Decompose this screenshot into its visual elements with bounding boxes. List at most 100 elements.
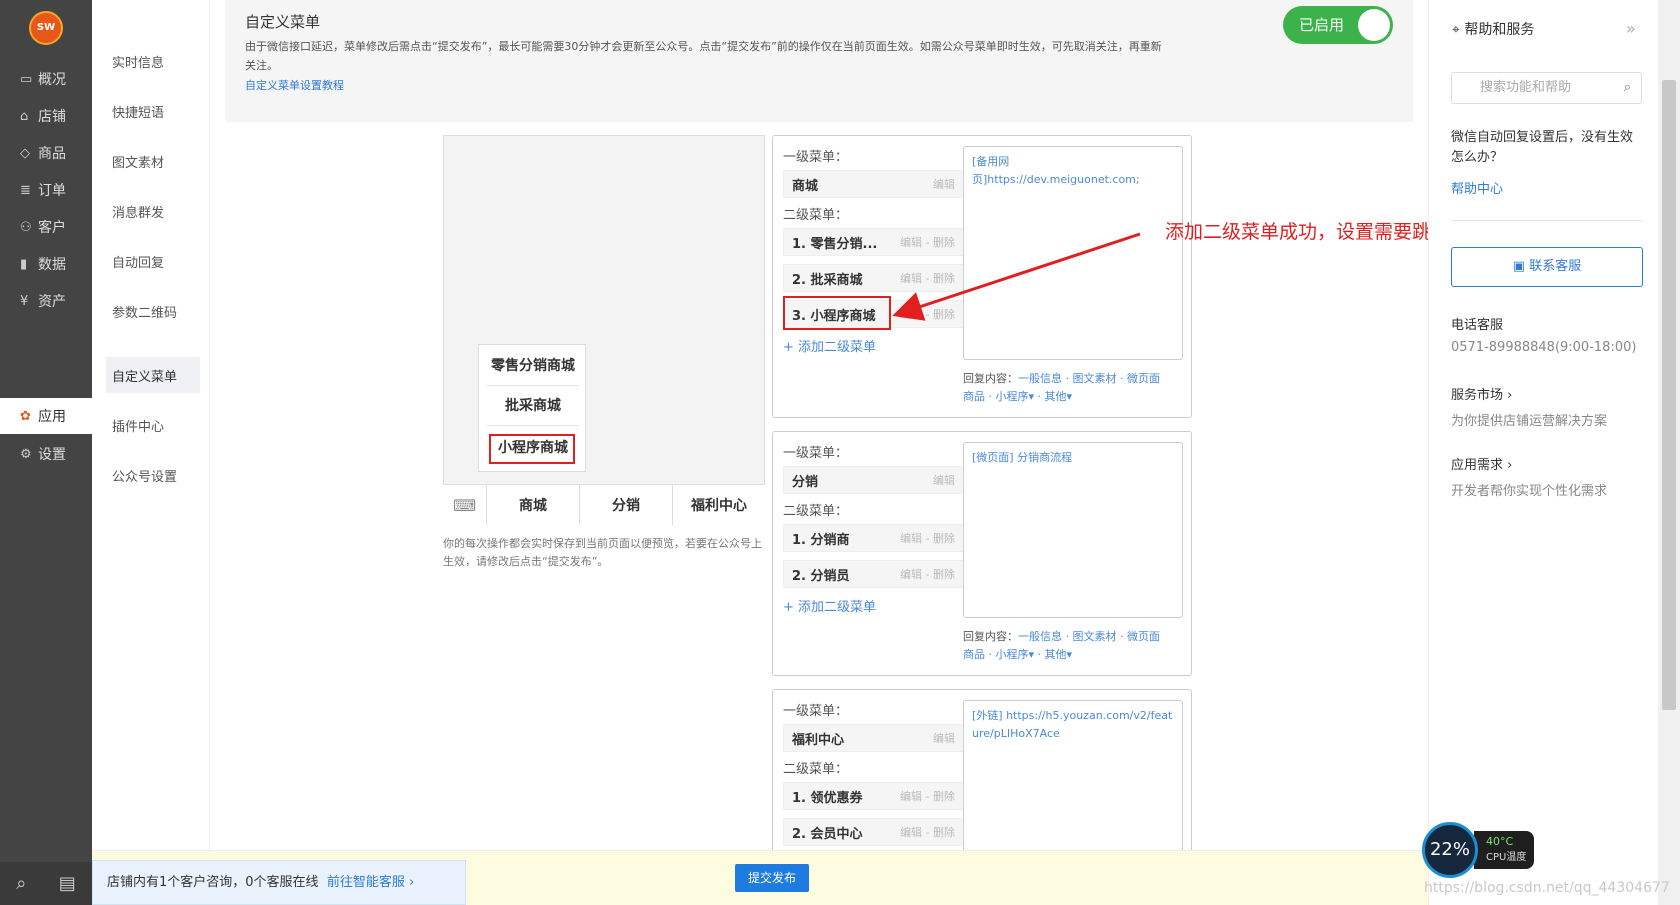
contact-service-button[interactable]: ▣ 联系客服 xyxy=(1451,247,1643,287)
menu-card: 一级菜单： 分销 编辑 二级菜单： 1. 分销商 编辑 - 删除 2. 分销员 编辑 … xyxy=(772,431,1192,676)
monitor-icon: ▭ xyxy=(20,71,33,87)
add-submenu-link[interactable]: + 添加二级菜单 xyxy=(783,596,876,615)
nav-settings[interactable]: ⚙ 设置 xyxy=(0,436,92,472)
edit-delete-links[interactable]: 编辑 - 删除 xyxy=(900,824,955,840)
edit-link[interactable]: 编辑 xyxy=(933,176,955,192)
store-icon: ⌂ xyxy=(20,108,29,124)
publish-button[interactable]: 提交发布 xyxy=(735,864,809,892)
level2-label: 二级菜单： xyxy=(783,504,849,519)
phone-menu-bar: ⌨ 商城 分销 福利中心 xyxy=(443,484,765,525)
help-panel-title: ⌖ 帮助和服务 xyxy=(1452,22,1535,38)
popup-item-retail[interactable]: 零售分销商城 xyxy=(487,355,579,386)
level2-label: 二级菜单： xyxy=(783,762,849,777)
subnav-qrcode[interactable]: 参数二维码 xyxy=(106,293,200,329)
toggle-knob xyxy=(1358,9,1390,41)
menu-card: 一级菜单： 福利中心 编辑 二级菜单： 1. 领优惠券 编辑 - 删除 2. 会员中… xyxy=(772,689,1192,853)
level2-menu-row[interactable]: 2. 会员中心 编辑 - 删除 xyxy=(783,818,964,846)
phone-service-title: 电话客服 xyxy=(1451,318,1504,333)
preview-note: 你的每次操作都会实时保存到当前页面以便预览，若要在公众号上生效，请修改后点击“提… xyxy=(443,537,762,568)
cpu-widget: 40°C CPU温度 22% xyxy=(1422,822,1542,878)
subnav-auto-reply[interactable]: 自动回复 xyxy=(106,243,200,279)
location-icon: ⌖ xyxy=(1452,22,1465,38)
chart-icon: ▮ xyxy=(20,256,28,272)
tag-icon: ◇ xyxy=(20,145,30,161)
nav-customers[interactable]: ⚇ 客户 xyxy=(0,209,92,245)
shop-logo[interactable]: SW xyxy=(29,11,63,45)
phone-tab-welfare[interactable]: 福利中心 xyxy=(673,485,765,525)
edit-delete-links[interactable]: 编辑 - 删除 xyxy=(900,788,955,804)
reply-content-box[interactable]: [微页面] 分销商流程 xyxy=(963,442,1183,618)
apps-icon: ✿ xyxy=(20,408,31,424)
nav-apps[interactable]: ✿ 应用 xyxy=(0,398,92,434)
sub-nav xyxy=(92,0,210,905)
level2-menu-row[interactable]: 1. 分销商 编辑 - 删除 xyxy=(783,524,964,552)
phone-tab-mall[interactable]: 商城 xyxy=(487,485,580,525)
level1-label: 一级菜单： xyxy=(783,446,849,461)
chat-icon: ▣ xyxy=(1512,259,1530,274)
level1-label: 一级菜单： xyxy=(783,704,849,719)
popup-item-wholesale[interactable]: 批采商城 xyxy=(487,395,579,426)
app-request-link[interactable]: 应用需求 › xyxy=(1451,454,1512,473)
annotation-arrow xyxy=(892,232,1141,321)
cpu-temp: 40°C CPU温度 xyxy=(1474,831,1534,869)
message-icon[interactable]: ▤ xyxy=(59,873,76,894)
yen-icon: ¥ xyxy=(20,293,29,309)
edit-link[interactable]: 编辑 xyxy=(933,472,955,488)
gear-icon: ⚙ xyxy=(20,446,32,462)
subnav-broadcast[interactable]: 消息群发 xyxy=(106,193,200,229)
menu-enabled-toggle[interactable]: 已启用 xyxy=(1283,6,1393,44)
subnav-realtime[interactable]: 实时信息 xyxy=(106,43,200,79)
tutorial-link[interactable]: 自定义菜单设置教程 xyxy=(245,77,344,93)
nav-goods[interactable]: ◇ 商品 xyxy=(0,135,92,171)
customer-service-tip: 店铺内有1个客户咨询，0个客服在线 前往智能客服 › xyxy=(92,860,466,905)
search-icon[interactable]: ⌕ xyxy=(16,873,26,894)
service-market-link[interactable]: 服务市场 › xyxy=(1451,384,1512,403)
edit-link[interactable]: 编辑 xyxy=(933,730,955,746)
edit-delete-links[interactable]: 编辑 - 删除 xyxy=(900,530,955,546)
search-icon: ⌕ xyxy=(1623,80,1631,95)
phone-service-number: 0571-89988848(9:00-18:00) xyxy=(1451,340,1637,355)
highlight-box xyxy=(489,434,575,464)
level2-menu-row[interactable]: 2. 分销员 编辑 - 删除 xyxy=(783,560,964,588)
highlight-box xyxy=(783,296,891,330)
nav-data[interactable]: ▮ 数据 xyxy=(0,246,92,282)
scrollbar-thumb[interactable] xyxy=(1662,80,1676,710)
cpu-usage: 22% xyxy=(1422,822,1478,878)
collapse-icon[interactable]: » xyxy=(1626,19,1636,38)
help-search-input[interactable]: 搜索功能和帮助 ⌕ xyxy=(1451,72,1642,104)
subnav-account-settings[interactable]: 公众号设置 xyxy=(106,457,200,493)
level1-menu-row[interactable]: 商城 编辑 xyxy=(783,170,964,198)
page-description: 由于微信接口延迟，菜单修改后需点击“提交发布”，最长可能需要30分钟才会更新至公… xyxy=(245,40,1162,72)
level2-menu-row[interactable]: 1. 领优惠券 编辑 - 删除 xyxy=(783,782,964,810)
level1-label: 一级菜单： xyxy=(783,150,849,165)
edit-delete-links[interactable]: 编辑 - 删除 xyxy=(900,566,955,582)
phone-tab-distribution[interactable]: 分销 xyxy=(580,485,673,525)
order-icon: ≣ xyxy=(20,182,31,198)
page-title: 自定义菜单 xyxy=(245,13,321,31)
level1-menu-row[interactable]: 福利中心 编辑 xyxy=(783,724,964,752)
app-request-desc: 开发者帮你实现个性化需求 xyxy=(1451,484,1608,499)
smart-service-link[interactable]: 前往智能客服 › xyxy=(327,875,414,890)
nav-overview[interactable]: ▭ 概况 xyxy=(0,61,92,97)
nav-store[interactable]: ⌂ 店铺 xyxy=(0,98,92,134)
user-icon: ⚇ xyxy=(20,219,32,235)
level1-menu-row[interactable]: 分销 编辑 xyxy=(783,466,964,494)
nav-orders[interactable]: ≣ 订单 xyxy=(0,172,92,208)
level2-label: 二级菜单： xyxy=(783,208,849,223)
watermark: https://blog.csdn.net/qq_44304677 xyxy=(1424,880,1670,896)
nav-assets[interactable]: ¥ 资产 xyxy=(0,283,92,319)
divider xyxy=(1451,220,1643,221)
reply-options: 回复内容：一般信息 · 图文素材 · 微页面 商品 · 小程序▾ · 其他▾ xyxy=(963,630,1160,661)
add-submenu-link[interactable]: + 添加二级菜单 xyxy=(783,336,876,355)
subnav-plugins[interactable]: 插件中心 xyxy=(106,407,200,443)
nav-bottom-tools: ⌕ ▤ xyxy=(0,862,92,905)
faq-question[interactable]: 微信自动回复设置后，没有生效怎么办？ xyxy=(1451,128,1641,168)
reply-content-box[interactable]: [外链] https://h5.youzan.com/v2/feature/pL… xyxy=(963,700,1183,852)
service-market-desc: 为你提供店铺运营解决方案 xyxy=(1451,414,1608,429)
subnav-media[interactable]: 图文素材 xyxy=(106,143,200,179)
keyboard-icon[interactable]: ⌨ xyxy=(443,485,487,525)
subnav-quick-phrases[interactable]: 快捷短语 xyxy=(106,93,200,129)
subnav-custom-menu[interactable]: 自定义菜单 xyxy=(106,357,200,393)
help-center-link[interactable]: 帮助中心 xyxy=(1451,178,1503,197)
reply-options: 回复内容：一般信息 · 图文素材 · 微页面 商品 · 小程序▾ · 其他▾ xyxy=(963,372,1160,403)
